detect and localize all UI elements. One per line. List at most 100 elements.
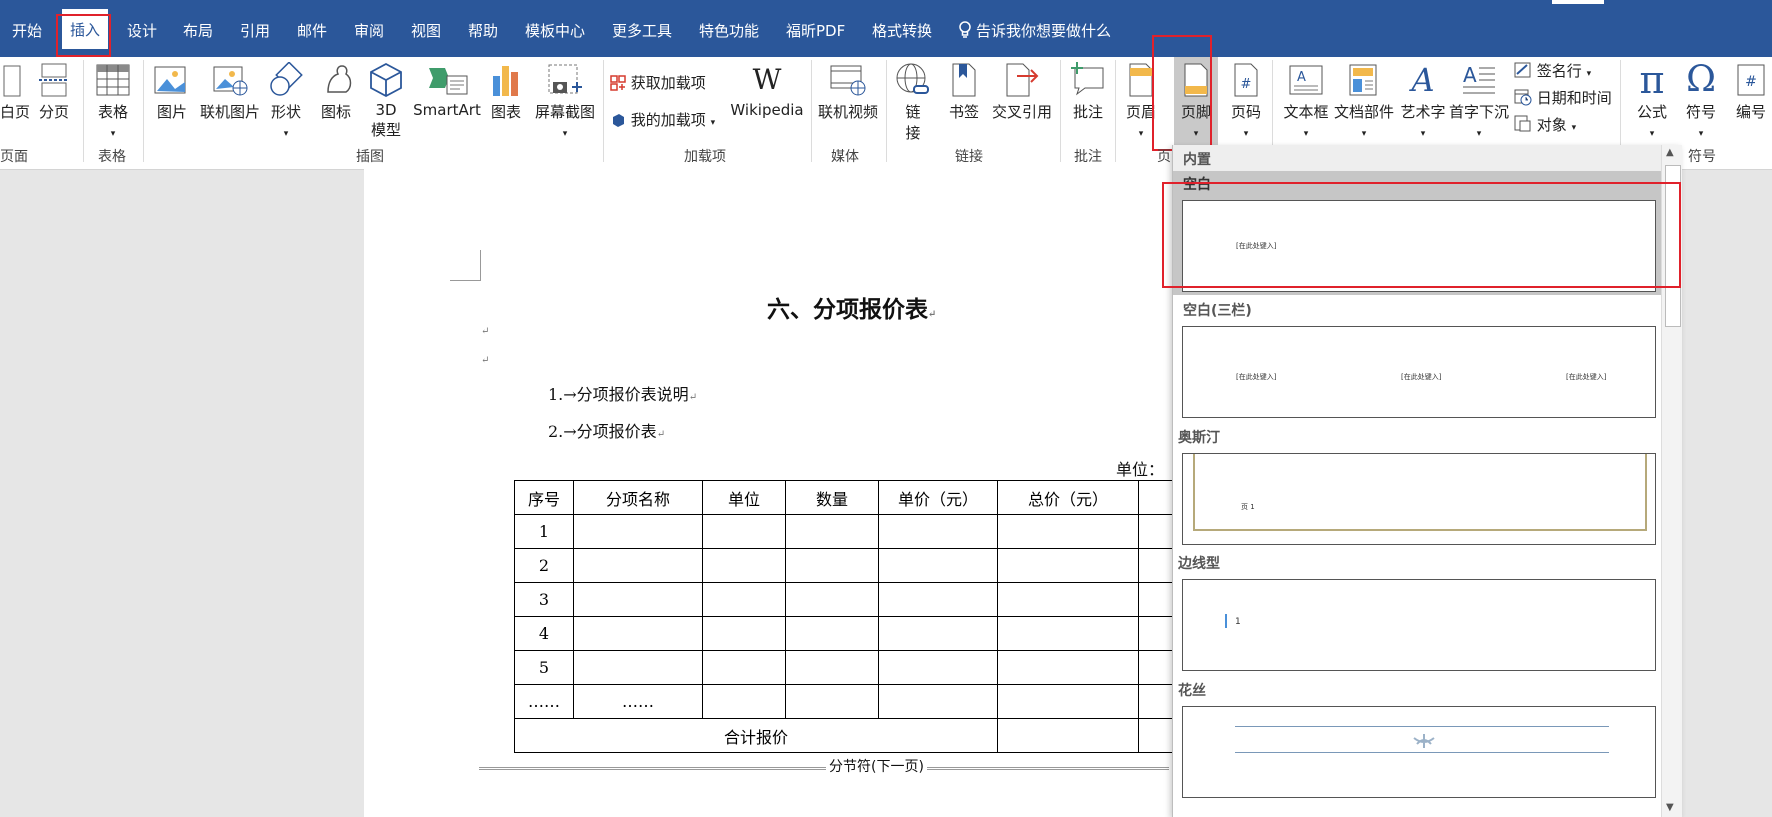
shapes-button[interactable]: 形状 ▾ xyxy=(268,62,304,140)
section-break-line xyxy=(479,767,1169,770)
table-cell[interactable] xyxy=(702,514,786,549)
table-cell[interactable] xyxy=(997,718,1139,753)
symbol-button[interactable]: Ω 符号 ▾ xyxy=(1680,60,1722,140)
table-cell[interactable] xyxy=(573,616,703,651)
table-cell[interactable] xyxy=(878,582,998,617)
tab-foxit-pdf[interactable]: 福昕PDF xyxy=(786,20,845,41)
table-cell[interactable] xyxy=(785,582,879,617)
drop-cap-button[interactable]: A 首字下沉 ▾ xyxy=(1448,62,1510,140)
quick-parts-button[interactable]: 文档部件 ▾ xyxy=(1334,62,1394,140)
row-number-cell[interactable]: 5 xyxy=(514,650,574,685)
signature-line-button[interactable]: 签名行 ▾ xyxy=(1514,60,1591,81)
table-cell[interactable] xyxy=(878,616,998,651)
wikipedia-button[interactable]: W Wikipedia xyxy=(730,62,804,119)
scroll-down-icon[interactable]: ▼ xyxy=(1666,802,1674,813)
get-addins-button[interactable]: 获取加载项 xyxy=(610,72,706,93)
gallery-item-sideline[interactable]: 1 xyxy=(1182,579,1656,671)
table-cell[interactable] xyxy=(997,616,1139,651)
table-cell[interactable] xyxy=(702,684,786,719)
table-cell[interactable]: …… xyxy=(573,684,703,719)
tell-me-search[interactable]: 告诉我你想要做什么 xyxy=(958,20,1111,41)
chart-button[interactable]: 图表 xyxy=(488,62,524,122)
page-break-button[interactable]: 分页 xyxy=(36,62,72,122)
screenshot-button[interactable]: 屏幕截图 ▾ xyxy=(532,62,598,140)
wordart-button[interactable]: A 艺术字 ▾ xyxy=(1398,62,1448,140)
scrollbar-thumb[interactable] xyxy=(1665,165,1681,327)
picture-button[interactable]: 图片 xyxy=(152,62,192,122)
table-cell[interactable] xyxy=(573,582,703,617)
tab-review[interactable]: 审阅 xyxy=(354,20,384,41)
tab-template-center[interactable]: 模板中心 xyxy=(525,20,585,41)
tab-more-tools[interactable]: 更多工具 xyxy=(612,20,672,41)
gallery-item-blank-three-column[interactable]: [在此处键入] [在此处键入] [在此处键入] xyxy=(1182,326,1656,418)
bookmark-label: 书签 xyxy=(948,103,979,121)
group-label-addins: 加载项 xyxy=(684,149,726,165)
header-cell: 单位 xyxy=(702,480,786,515)
my-addins-button[interactable]: 我的加载项 ▾ xyxy=(610,109,715,130)
table-cell[interactable] xyxy=(997,650,1139,685)
row-number-cell[interactable]: …… xyxy=(514,684,574,719)
scroll-up-icon[interactable]: ▲ xyxy=(1666,147,1674,158)
table-cell[interactable] xyxy=(702,616,786,651)
footer-button[interactable]: 页脚 ▾ xyxy=(1174,57,1218,154)
cross-reference-button[interactable]: 交叉引用 xyxy=(990,62,1054,122)
table-cell[interactable] xyxy=(573,514,703,549)
date-time-button[interactable]: 日期和时间 xyxy=(1514,87,1612,108)
blank-page-button[interactable]: 白页 xyxy=(0,62,30,122)
object-button[interactable]: 对象 ▾ xyxy=(1514,114,1576,135)
table-cell[interactable] xyxy=(997,582,1139,617)
gallery-scrollbar[interactable]: ▲ ▼ xyxy=(1661,145,1682,817)
table-cell[interactable] xyxy=(997,514,1139,549)
table-cell[interactable] xyxy=(785,616,879,651)
tab-design[interactable]: 设计 xyxy=(127,20,157,41)
table-cell[interactable] xyxy=(878,650,998,685)
table-cell[interactable] xyxy=(702,582,786,617)
tab-references[interactable]: 引用 xyxy=(240,20,270,41)
dropdown-arrow-icon: ▾ xyxy=(1476,129,1482,139)
symbol-label: 符号 xyxy=(1685,103,1716,121)
new-comment-button[interactable]: 批注 xyxy=(1067,62,1109,122)
equation-button[interactable]: π 公式 ▾ xyxy=(1628,60,1676,140)
row-number-cell[interactable]: 2 xyxy=(514,548,574,583)
table-button[interactable]: 表格 ▾ xyxy=(92,62,134,140)
blank-page-icon xyxy=(3,65,21,97)
table-cell[interactable] xyxy=(878,684,998,719)
table-cell[interactable] xyxy=(702,650,786,685)
icons-button[interactable]: 图标 xyxy=(318,62,354,122)
table-cell[interactable] xyxy=(878,514,998,549)
number-button[interactable]: # 编号 xyxy=(1730,62,1772,122)
row-number-cell[interactable]: 4 xyxy=(514,616,574,651)
tab-view[interactable]: 视图 xyxy=(411,20,441,41)
table-cell[interactable] xyxy=(878,548,998,583)
smartart-button[interactable]: SmartArt xyxy=(413,62,481,119)
header-button[interactable]: 页眉 ▾ xyxy=(1122,62,1160,140)
table-cell[interactable] xyxy=(785,548,879,583)
bookmark-button[interactable]: 书签 xyxy=(945,62,983,122)
online-picture-button[interactable]: 联机图片 xyxy=(196,62,264,122)
row-number-cell[interactable]: 1 xyxy=(514,514,574,549)
tab-mailings[interactable]: 邮件 xyxy=(297,20,327,41)
link-button[interactable]: 链接 xyxy=(893,62,933,143)
3d-model-button[interactable]: 3D 模型 xyxy=(368,62,404,140)
table-cell[interactable] xyxy=(573,548,703,583)
table-cell[interactable] xyxy=(573,650,703,685)
table-cell[interactable] xyxy=(785,514,879,549)
table-cell[interactable] xyxy=(997,684,1139,719)
table-cell[interactable] xyxy=(702,548,786,583)
textbox-button[interactable]: A 文本框 ▾ xyxy=(1280,62,1332,140)
gallery-item-austin[interactable]: 页 1 xyxy=(1182,453,1656,545)
gallery-item-filigree[interactable] xyxy=(1182,706,1656,798)
tab-special-features[interactable]: 特色功能 xyxy=(699,20,759,41)
online-video-button[interactable]: 联机视频 xyxy=(816,62,880,122)
tab-home[interactable]: 开始 xyxy=(12,20,42,41)
table-cell[interactable] xyxy=(785,650,879,685)
page-number-button[interactable]: # 页码 ▾ xyxy=(1226,62,1266,140)
table-cell[interactable] xyxy=(997,548,1139,583)
tab-layout[interactable]: 布局 xyxy=(183,20,213,41)
row-number-cell[interactable]: 3 xyxy=(514,582,574,617)
tab-format-convert[interactable]: 格式转换 xyxy=(872,20,932,41)
gallery-preview-blank[interactable]: [在此处键入] xyxy=(1182,200,1656,292)
tab-insert[interactable]: 插入 xyxy=(62,9,109,49)
tab-help[interactable]: 帮助 xyxy=(468,20,498,41)
table-cell[interactable] xyxy=(785,684,879,719)
